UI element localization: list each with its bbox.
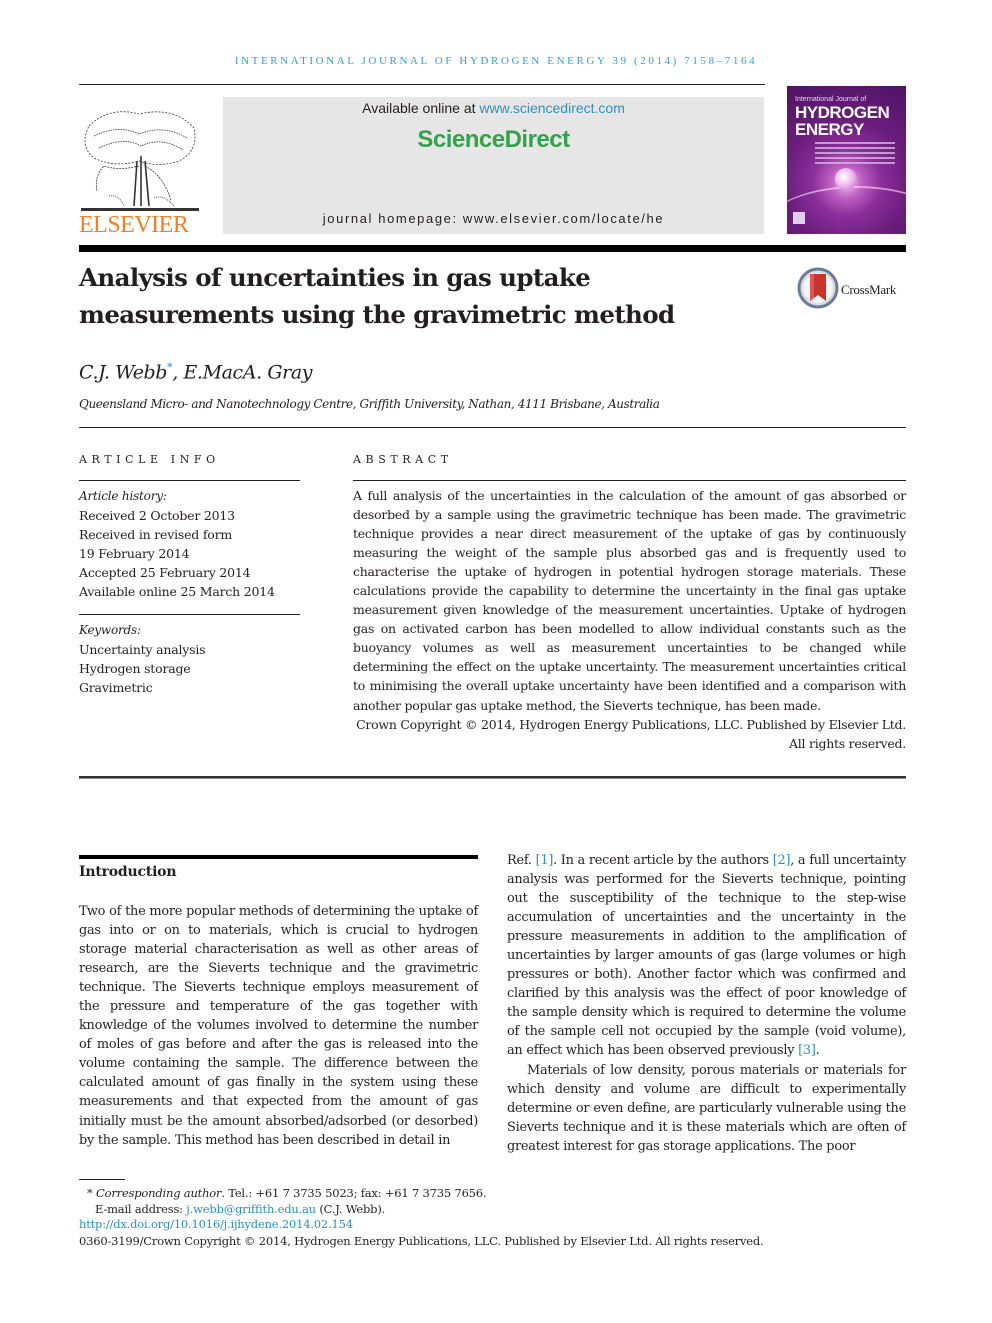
crossmark-label: CrossMark <box>841 282 897 297</box>
abstract-heading: ABSTRACT <box>353 453 453 466</box>
crossmark-button[interactable]: CrossMark <box>797 267 909 311</box>
header-rule <box>79 84 765 85</box>
introduction-left-column: Two of the more popular methods of deter… <box>79 902 478 1150</box>
keywords-label: Keywords: <box>79 623 141 637</box>
sciencedirect-link[interactable]: www.sciencedirect.com <box>479 100 625 116</box>
cover-subtitle: International Journal of <box>795 96 867 103</box>
keyword-item: Gravimetric <box>79 680 153 695</box>
cover-publisher-mark <box>793 212 805 224</box>
available-online-prefix: Available online at <box>362 100 480 116</box>
title-divider <box>79 427 906 428</box>
email-suffix: (C.J. Webb). <box>315 1202 386 1216</box>
issn-copyright: 0360-3199/Crown Copyright © 2014, Hydrog… <box>79 1234 764 1248</box>
abstract-rule <box>353 480 906 481</box>
crossmark-icon <box>797 267 839 309</box>
keyword-item: Hydrogen storage <box>79 661 191 676</box>
reference-link-1[interactable]: [1] <box>536 853 554 868</box>
article-title: Analysis of uncertainties in gas uptake … <box>79 259 779 333</box>
abstract-end-rule <box>79 776 906 779</box>
cover-title: HYDROGEN ENERGY <box>795 103 890 139</box>
introduction-right-column: Ref. [1]. In a recent article by the aut… <box>507 851 906 1156</box>
doi-link[interactable]: http://dx.doi.org/10.1016/j.ijhydene.201… <box>79 1217 353 1231</box>
contact-numbers: . Tel.: +61 7 3735 5023; fax: +61 7 3735… <box>221 1186 487 1200</box>
affiliation: Queensland Micro- and Nanotechnology Cen… <box>79 397 660 411</box>
header-thick-rule <box>79 245 906 252</box>
email-footnote: E-mail address: j.webb@griffith.edu.au (… <box>95 1201 795 1217</box>
keywords: Keywords: Uncertainty analysis Hydrogen … <box>79 621 309 697</box>
doi-line: http://dx.doi.org/10.1016/j.ijhydene.201… <box>79 1216 779 1232</box>
available-online-text: Available online at www.sciencedirect.co… <box>223 100 764 116</box>
reference-link-2[interactable]: [2] <box>773 853 791 868</box>
introduction-paragraph: Materials of low density, porous materia… <box>507 1062 906 1154</box>
abstract-copyright: Crown Copyright © 2014, Hydrogen Energy … <box>356 716 906 751</box>
text-run: Ref. <box>507 853 536 868</box>
author-webb[interactable]: C.J. Webb <box>79 361 167 383</box>
cover-title-line2: ENERGY <box>795 120 864 139</box>
cover-editors <box>815 142 895 167</box>
history-item: Received 2 October 2013 <box>79 508 235 523</box>
footnote-marker: * <box>87 1186 93 1200</box>
elsevier-wordmark: ELSEVIER <box>79 212 189 238</box>
keyword-item: Uncertainty analysis <box>79 642 206 657</box>
cover-title-line1: HYDROGEN <box>795 103 890 122</box>
article-history: Article history: Received 2 October 2013… <box>79 487 309 601</box>
text-run: , a full uncertainty analysis was perfor… <box>507 853 906 1059</box>
cover-orb <box>835 168 857 190</box>
text-run: . In a recent article by the authors <box>553 853 773 868</box>
corresponding-author-footnote: * Corresponding author. Tel.: +61 7 3735… <box>87 1185 787 1201</box>
email-label: E-mail address: <box>95 1202 187 1216</box>
abstract-text: A full analysis of the uncertainties in … <box>353 488 906 713</box>
article-info-rule <box>79 480 300 481</box>
journal-running-header: INTERNATIONAL JOURNAL OF HYDROGEN ENERGY… <box>234 55 758 67</box>
abstract: A full analysis of the uncertainties in … <box>353 486 906 753</box>
article-title-line1: Analysis of uncertainties in gas uptake <box>79 263 591 292</box>
history-item: Accepted 25 February 2014 <box>79 565 251 580</box>
cover-arc <box>787 186 906 234</box>
corresponding-author-label: Corresponding author <box>96 1186 222 1200</box>
authors: C.J. Webb*, E.MacA. Gray <box>79 361 313 383</box>
text-run: . <box>815 1043 820 1059</box>
article-history-label: Article history: <box>79 489 167 503</box>
footnote-rule <box>79 1179 125 1180</box>
introduction-paragraph: Two of the more popular methods of deter… <box>79 904 478 1148</box>
article-info-heading: ARTICLE INFO <box>79 453 220 466</box>
author-gray[interactable]: , E.MacA. Gray <box>172 361 312 383</box>
article-title-line2: measurements using the gravimetric metho… <box>79 300 675 329</box>
journal-cover-image: International Journal of HYDROGEN ENERGY <box>787 86 906 234</box>
journal-homepage-link[interactable]: journal homepage: www.elsevier.com/locat… <box>223 211 764 226</box>
history-item: 19 February 2014 <box>79 546 190 561</box>
introduction-rule <box>79 855 478 859</box>
email-link[interactable]: j.webb@griffith.edu.au <box>186 1202 316 1216</box>
introduction-heading: Introduction <box>79 864 177 880</box>
history-item: Available online 25 March 2014 <box>79 584 275 599</box>
history-item: Received in revised form <box>79 527 233 542</box>
introduction-paragraph: Ref. [1]. In a recent article by the aut… <box>507 851 906 1061</box>
keywords-rule <box>79 614 300 615</box>
sciencedirect-logo: ScienceDirect <box>417 126 570 153</box>
reference-link-3[interactable]: [3] <box>798 1043 816 1058</box>
